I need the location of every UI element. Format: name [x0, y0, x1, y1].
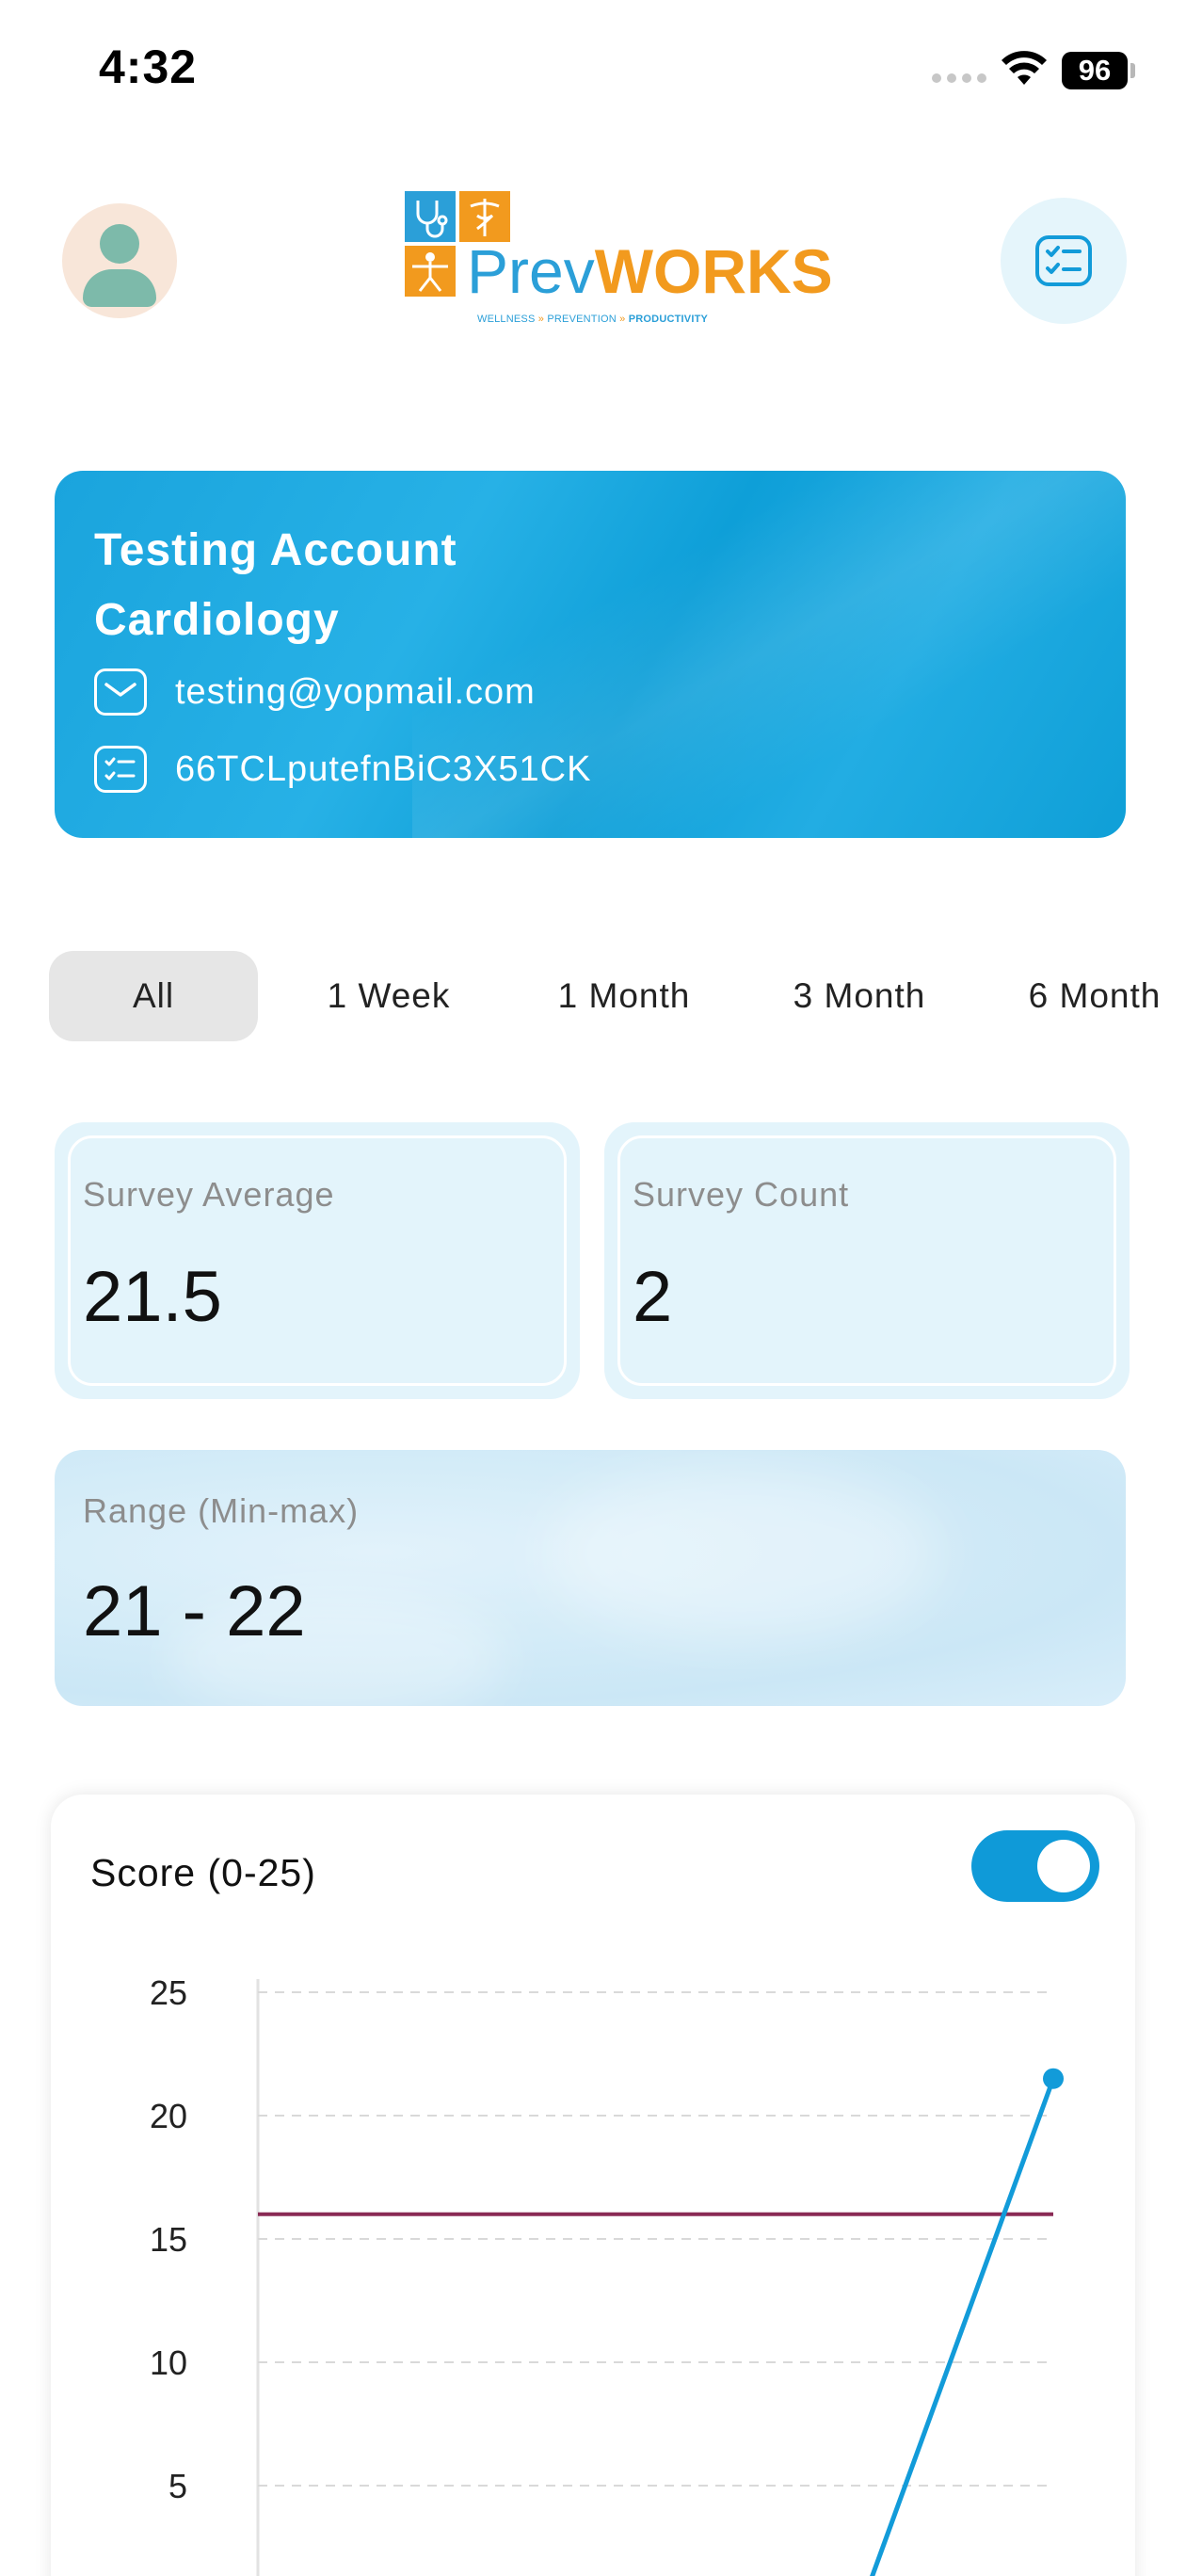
- logo-wordmark: PrevWORKS: [467, 240, 833, 302]
- survey-checklist-button[interactable]: [1001, 198, 1127, 324]
- tagline-productivity: PRODUCTIVITY: [628, 314, 709, 325]
- wifi-icon: [1002, 51, 1047, 85]
- profile-avatar-button[interactable]: [62, 203, 177, 318]
- account-name: Testing Account Cardiology: [94, 525, 457, 645]
- survey-count-value: 2: [633, 1257, 673, 1337]
- checklist-icon: [94, 746, 147, 793]
- series-line: [870, 2077, 1056, 2576]
- filter-tab-1-month[interactable]: 1 Month: [520, 951, 729, 1041]
- range-card: Range (Min-max) 21 - 22: [55, 1450, 1126, 1706]
- survey-average-value: 21.5: [83, 1257, 222, 1337]
- user-icon-body: [83, 269, 156, 307]
- card-inner-border: [617, 1135, 1116, 1386]
- tagline-wellness: WELLNESS: [477, 314, 536, 325]
- y-tick-label: 20: [150, 2097, 187, 2135]
- score-line-chart: 25 20 15 10 5: [150, 1973, 1064, 2576]
- filter-tab-6-month[interactable]: 6 Month: [990, 951, 1186, 1041]
- account-email-row: testing@yopmail.com: [94, 668, 536, 716]
- tagline-sep: »: [619, 314, 626, 325]
- time-filter-tabs: All 1 Week 1 Month 3 Month 6 Month: [49, 951, 1186, 1041]
- vitruvian-man-icon: [405, 246, 456, 297]
- caduceus-icon: [459, 191, 510, 242]
- status-bar: 4:32 96: [0, 0, 1186, 141]
- envelope-icon: [94, 668, 147, 716]
- dashboard-screen: 4:32 96 PrevWORKS WELLNESS » PREVENTION …: [0, 0, 1186, 2576]
- y-tick-label: 10: [150, 2343, 187, 2382]
- range-label: Range (Min-max): [83, 1491, 360, 1530]
- checklist-icon: [1035, 235, 1092, 286]
- account-id-row: 66TCLputefnBiC3X51CK: [94, 746, 591, 793]
- account-id: 66TCLputefnBiC3X51CK: [175, 749, 592, 789]
- filter-tab-1-week[interactable]: 1 Week: [284, 951, 493, 1041]
- user-icon-head: [100, 224, 139, 264]
- account-card: Testing Account Cardiology testing@yopma…: [55, 471, 1126, 838]
- stethoscope-icon: [405, 191, 456, 242]
- account-email: testing@yopmail.com: [175, 671, 536, 712]
- range-value: 21 - 22: [83, 1571, 306, 1651]
- data-point: [1043, 2068, 1064, 2089]
- logo-tagline: WELLNESS » PREVENTION » PRODUCTIVITY: [477, 314, 708, 325]
- y-tick-label: 25: [150, 1973, 187, 2012]
- survey-count-card: Survey Count 2: [604, 1122, 1130, 1399]
- filter-tab-3-month[interactable]: 3 Month: [755, 951, 964, 1041]
- logo-works: WORKS: [594, 236, 833, 306]
- card-texture: [544, 1469, 939, 1638]
- cellular-signal-icon: [932, 73, 986, 83]
- prevworks-logo: PrevWORKS WELLNESS » PREVENTION » PRODUC…: [405, 191, 833, 332]
- score-chart-card: Score (0-25) 25 20 15 10 5: [51, 1795, 1135, 2576]
- survey-average-label: Survey Average: [83, 1175, 335, 1214]
- filter-tab-all[interactable]: All: [49, 951, 258, 1041]
- tagline-prevention: PREVENTION: [547, 314, 617, 325]
- survey-average-card: Survey Average 21.5: [55, 1122, 580, 1399]
- status-time: 4:32: [99, 40, 198, 93]
- battery-icon: 96: [1062, 52, 1128, 89]
- y-tick-label: 15: [150, 2220, 187, 2259]
- tagline-sep: »: [537, 314, 545, 325]
- battery-tip: [1130, 63, 1135, 78]
- logo-prev: Prev: [467, 236, 595, 306]
- y-tick-label: 5: [168, 2467, 187, 2505]
- survey-count-label: Survey Count: [633, 1175, 850, 1214]
